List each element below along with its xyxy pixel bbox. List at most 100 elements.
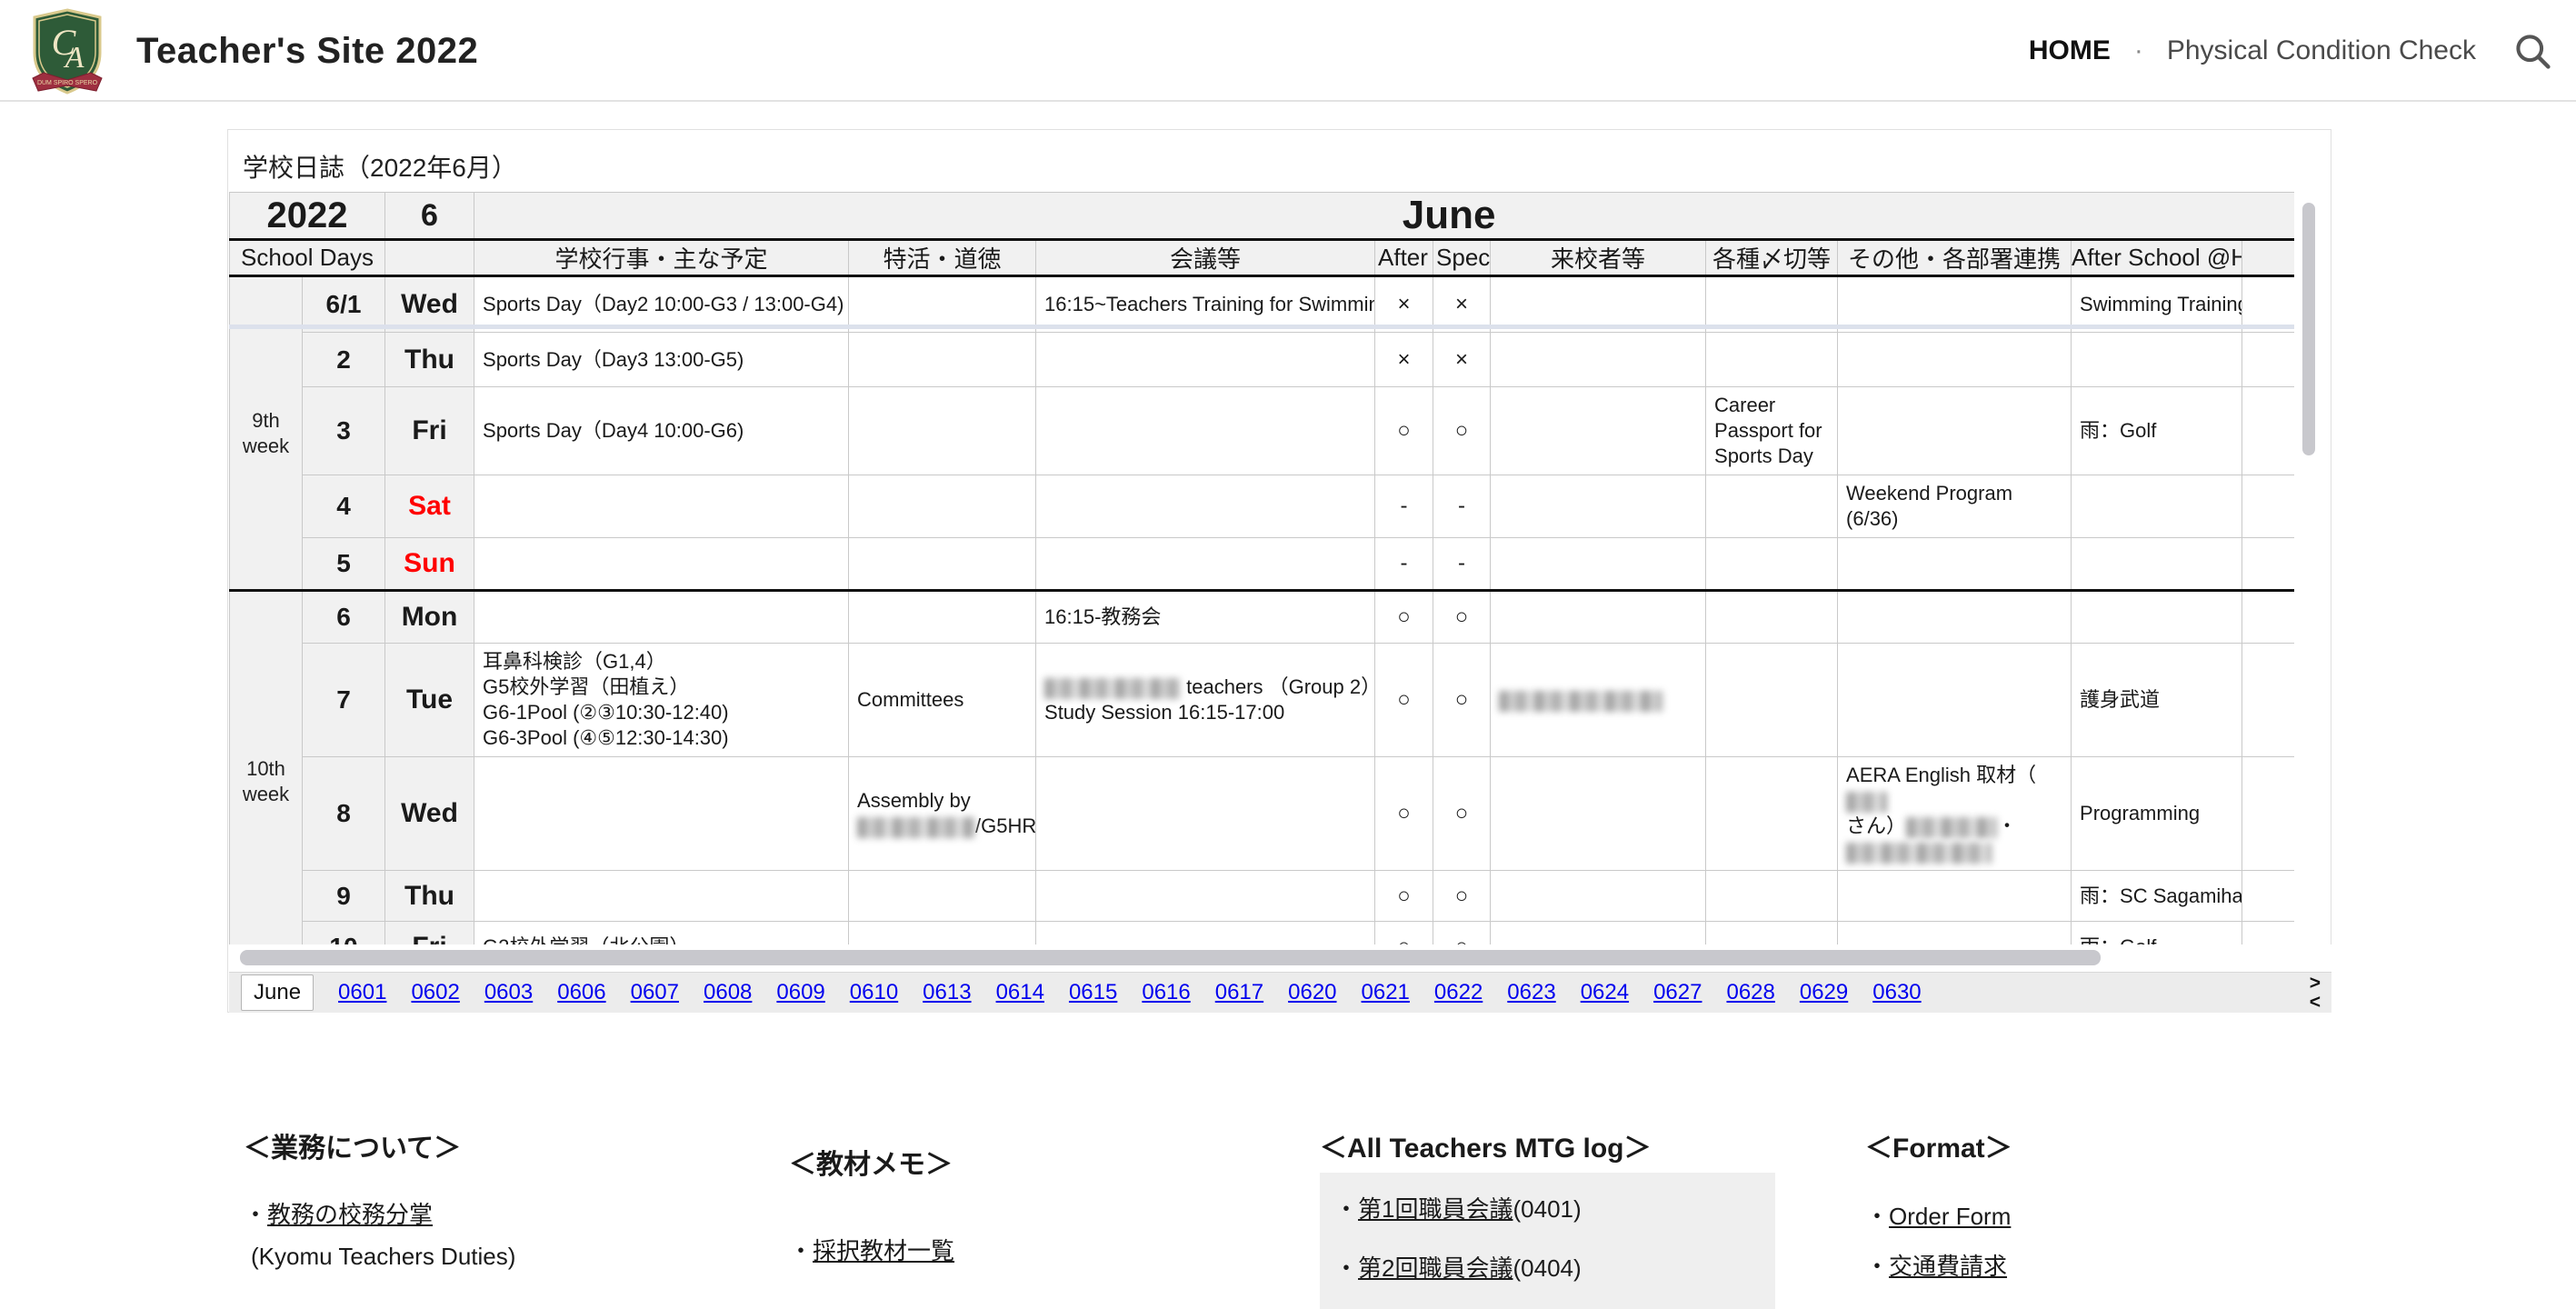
tab-0630[interactable]: 0630 [1872, 980, 1921, 1005]
cell-special_lesson: - [1433, 475, 1491, 538]
cell-other [1838, 644, 2072, 757]
tab-0614[interactable]: 0614 [996, 980, 1044, 1005]
tab-0616[interactable]: 0616 [1142, 980, 1190, 1005]
tab-0603[interactable]: 0603 [484, 980, 533, 1005]
cell-after_school: ○ [1375, 757, 1433, 871]
section-link[interactable]: 第1回職員会議 [1358, 1195, 1513, 1223]
bullet: ・ [1865, 1253, 1889, 1280]
date-cell: 8 [303, 757, 385, 871]
search-icon[interactable] [2512, 31, 2552, 71]
tab-0610[interactable]: 0610 [850, 980, 898, 1005]
logo-banner-text: DUM SPIRO SPERO [37, 80, 98, 86]
section-heading: ＜Format＞ [1865, 1125, 2012, 1165]
cell-special_lesson: ○ [1433, 871, 1491, 922]
table-row: 3FriSports Day（Day4 10:00-G6)○○Career Pa… [230, 387, 2295, 475]
section-text: (Kyomu Teachers Duties) [251, 1243, 515, 1270]
horizontal-scrollbar[interactable] [240, 950, 2101, 965]
section-link[interactable]: 第2回職員会議 [1358, 1254, 1513, 1282]
tab-0620[interactable]: 0620 [1288, 980, 1336, 1005]
date-cell: 3 [303, 387, 385, 475]
date-cell: 4 [303, 475, 385, 538]
tab-0607[interactable]: 0607 [631, 980, 679, 1005]
cell-hall: 護身武道 [2072, 644, 2242, 757]
cell-other [1838, 333, 2072, 387]
tab-0621[interactable]: 0621 [1362, 980, 1410, 1005]
scroll-right-button[interactable]: > [2310, 974, 2321, 993]
date-cell: 5 [303, 538, 385, 591]
tab-0622[interactable]: 0622 [1434, 980, 1483, 1005]
cell-after_school: ○ [1375, 591, 1433, 644]
tab-0601[interactable]: 0601 [338, 980, 386, 1005]
list-item: ・第1回職員会議(0401) [1334, 1191, 1775, 1224]
week-label-cell: 9th week [230, 276, 303, 591]
table-row: 9Thu○○雨：SC Sagamihara [230, 871, 2295, 922]
section-link[interactable]: 採択教材一覧 [813, 1237, 954, 1264]
cell-visitors [1491, 538, 1706, 591]
cell-tokkatsu: Committees [849, 644, 1036, 757]
cell-meetings [1036, 387, 1375, 475]
cell-after_school: ○ [1375, 871, 1433, 922]
day-cell: Thu [385, 333, 474, 387]
cell-hall [2072, 538, 2242, 591]
section-heading: ＜All Teachers MTG log＞ [1320, 1125, 1775, 1165]
cell-after_school: ○ [1375, 387, 1433, 475]
tab-0602[interactable]: 0602 [411, 980, 459, 1005]
bullet: ・ [789, 1237, 813, 1264]
cell-eng [2242, 757, 2294, 871]
tab-0606[interactable]: 0606 [557, 980, 605, 1005]
vertical-scrollbar[interactable] [2302, 203, 2315, 455]
nav-physical-condition-check[interactable]: Physical Condition Check [2167, 35, 2476, 66]
frozen-header-divider [229, 325, 2294, 329]
cell-hall: 雨：Golf [2072, 922, 2242, 945]
tab-0623[interactable]: 0623 [1507, 980, 1555, 1005]
cell-other: Weekend Program (6/36) [1838, 475, 2072, 538]
tab-june[interactable]: June [241, 974, 314, 1011]
cell-tokkatsu [849, 922, 1036, 945]
cell-tokkatsu [849, 333, 1036, 387]
nav-home[interactable]: HOME [2029, 35, 2111, 66]
section-link[interactable]: 交通費請求 [1889, 1253, 2007, 1280]
tab-0609[interactable]: 0609 [776, 980, 824, 1005]
tab-0617[interactable]: 0617 [1215, 980, 1263, 1005]
day-cell: Sat [385, 475, 474, 538]
cell-tokkatsu [849, 871, 1036, 922]
table-row: 10th week6Mon16:15-教務会○○ [230, 591, 2295, 644]
link-suffix: (0404) [1513, 1254, 1581, 1282]
cell-meetings [1036, 333, 1375, 387]
column-header-events: 学校行事・主な予定 [474, 240, 849, 276]
tab-scroll-arrows: > < [2310, 974, 2321, 1012]
tab-0627[interactable]: 0627 [1653, 980, 1702, 1005]
tab-0629[interactable]: 0629 [1800, 980, 1848, 1005]
list-item: ・採択教材一覧 [789, 1233, 954, 1266]
cell-other [1838, 591, 2072, 644]
cell-after_school: ○ [1375, 922, 1433, 945]
section-link[interactable]: 教務の校務分掌 [267, 1201, 433, 1228]
tab-0628[interactable]: 0628 [1726, 980, 1774, 1005]
scroll-left-button[interactable]: < [2310, 993, 2321, 1012]
bullet: ・ [1865, 1203, 1889, 1230]
cell-eng [2242, 591, 2294, 644]
cell-meetings [1036, 922, 1375, 945]
diary-title: 学校日誌（2022年6月） [228, 130, 2331, 199]
tab-0615[interactable]: 0615 [1069, 980, 1117, 1005]
section-link[interactable]: Order Form [1889, 1203, 2011, 1230]
school-days-header: School Days [230, 240, 385, 276]
tab-0608[interactable]: 0608 [704, 980, 752, 1005]
month-label: 6 [385, 193, 474, 240]
cell-eng [2242, 387, 2294, 475]
date-cell: 9 [303, 871, 385, 922]
tab-0624[interactable]: 0624 [1581, 980, 1629, 1005]
cell-hall [2072, 591, 2242, 644]
section-box: ・第1回職員会議(0401)・第2回職員会議(0404) [1320, 1173, 1775, 1309]
tab-0613[interactable]: 0613 [923, 980, 971, 1005]
day-cell: Fri [385, 387, 474, 475]
column-header-visitors: 来校者等 [1491, 240, 1706, 276]
list-item: ・交通費請求 [1865, 1248, 2012, 1282]
cell-eng [2242, 538, 2294, 591]
horizontal-scrollbar-track [229, 944, 2331, 972]
cell-events [474, 591, 849, 644]
app-header: C A DUM SPIRO SPERO Teacher's Site 2022 … [0, 0, 2576, 102]
cell-tokkatsu [849, 538, 1036, 591]
diary-table-viewport: 20226JuneSchool Days学校行事・主な予定特活・道徳会議等Aft… [229, 192, 2294, 944]
school-logo[interactable]: C A DUM SPIRO SPERO [27, 7, 107, 96]
